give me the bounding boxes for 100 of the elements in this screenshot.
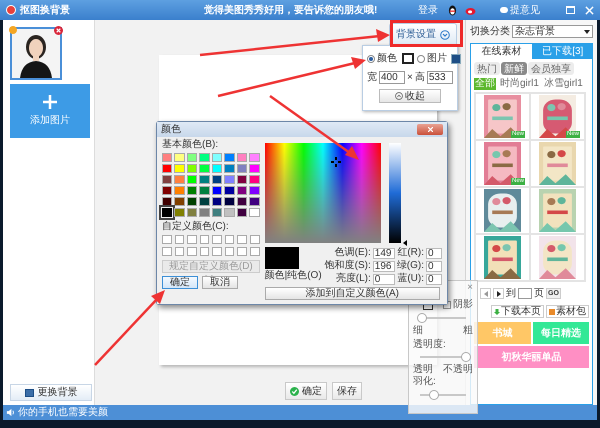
empty-swatch[interactable]	[187, 247, 197, 256]
color-swatch[interactable]	[212, 197, 222, 206]
color-swatch[interactable]	[212, 186, 222, 195]
maximize-icon[interactable]	[566, 6, 575, 14]
template-thumbnail[interactable]	[476, 188, 529, 233]
cancel-button[interactable]: 取消	[202, 276, 238, 289]
crosshair-icon[interactable]	[330, 157, 341, 167]
color-swatch[interactable]	[224, 208, 235, 217]
color-swatch[interactable]	[249, 186, 260, 195]
color-swatch[interactable]	[199, 175, 210, 184]
color-swatch[interactable]	[249, 153, 260, 162]
slider-thumb[interactable]	[428, 390, 439, 400]
collapse-button[interactable]: 收起	[379, 89, 441, 103]
color-swatch[interactable]	[224, 153, 235, 162]
close-button[interactable]	[417, 124, 443, 135]
subtab[interactable]: 热门	[474, 62, 500, 75]
color-swatch[interactable]	[162, 197, 172, 206]
category-dropdown[interactable]: 杂志背景	[512, 25, 593, 38]
color-swatch[interactable]	[236, 175, 248, 184]
height-field[interactable]: 533	[426, 71, 453, 84]
image-icon[interactable]	[451, 54, 461, 64]
color-swatch[interactable]	[199, 164, 210, 173]
value-field[interactable]: 149	[372, 248, 395, 258]
color-swatch[interactable]	[402, 53, 414, 64]
weibo-icon[interactable]	[465, 6, 476, 14]
color-swatch[interactable]	[249, 197, 260, 206]
color-swatch[interactable]	[249, 208, 260, 217]
value-field[interactable]: 0	[426, 248, 442, 258]
subtab[interactable]: 会员独享	[528, 62, 574, 75]
color-swatch[interactable]	[162, 164, 172, 173]
save-button[interactable]: 保存	[332, 382, 362, 400]
empty-swatch[interactable]	[250, 247, 260, 256]
slider-thumb[interactable]	[417, 313, 428, 323]
pointer-icon[interactable]	[402, 240, 407, 246]
value-field[interactable]: 0	[426, 260, 442, 272]
color-swatch[interactable]	[162, 208, 172, 217]
ok-button[interactable]: 确定	[162, 276, 198, 289]
color-swatch[interactable]	[174, 164, 185, 173]
empty-swatch[interactable]	[212, 247, 222, 256]
background-settings-tab[interactable]: 背景设置	[389, 23, 457, 45]
template-thumbnail[interactable]	[476, 235, 529, 280]
color-swatch[interactable]	[224, 164, 235, 173]
penguin-icon[interactable]	[448, 4, 457, 16]
color-swatch[interactable]	[162, 153, 172, 162]
empty-swatch[interactable]	[162, 247, 172, 256]
tab[interactable]: 在线素材	[470, 43, 532, 59]
empty-swatch[interactable]	[200, 235, 210, 244]
page-field[interactable]	[518, 288, 532, 299]
empty-swatch[interactable]	[212, 235, 222, 244]
color-swatch[interactable]	[224, 197, 235, 206]
empty-swatch[interactable]	[224, 247, 234, 256]
empty-swatch[interactable]	[187, 235, 197, 244]
color-swatch[interactable]	[186, 197, 198, 206]
radio-option[interactable]: 图片	[417, 51, 461, 66]
color-swatch[interactable]	[212, 175, 222, 184]
color-swatch[interactable]	[224, 175, 235, 184]
value-field[interactable]: 0	[426, 274, 442, 284]
color-swatch[interactable]	[174, 208, 185, 217]
color-swatch[interactable]	[236, 186, 248, 195]
empty-swatch[interactable]	[174, 247, 184, 256]
slider-thumb[interactable]	[461, 352, 471, 362]
radio-option[interactable]: 颜色	[367, 51, 414, 66]
empty-swatch[interactable]	[200, 247, 210, 256]
empty-swatch[interactable]	[250, 235, 260, 244]
empty-swatch[interactable]	[162, 235, 172, 244]
asset-pack-button[interactable]: 素材包	[546, 305, 589, 318]
color-swatch[interactable]	[162, 186, 172, 195]
filter-tag[interactable]: 时尚girl1	[499, 78, 540, 90]
color-swatch[interactable]	[212, 153, 222, 162]
color-swatch[interactable]	[174, 197, 185, 206]
color-swatch[interactable]	[236, 208, 248, 217]
download-page-button[interactable]: 下载本页	[491, 305, 544, 318]
add-custom-color-button[interactable]: 添加到自定义颜色(A)	[264, 287, 440, 300]
empty-swatch[interactable]	[224, 235, 234, 244]
template-thumbnail[interactable]	[531, 235, 584, 280]
color-swatch[interactable]	[236, 153, 248, 162]
value-field[interactable]: 196	[372, 260, 395, 272]
color-spectrum[interactable]	[264, 143, 381, 243]
color-swatch[interactable]	[199, 208, 210, 217]
empty-swatch[interactable]	[237, 235, 248, 244]
delete-icon[interactable]	[54, 26, 63, 35]
value-field[interactable]: 0	[372, 274, 395, 284]
color-swatch[interactable]	[199, 186, 210, 195]
color-swatch[interactable]	[186, 208, 198, 217]
color-swatch[interactable]	[236, 197, 248, 206]
color-swatch[interactable]	[236, 164, 248, 173]
color-swatch[interactable]	[174, 186, 185, 195]
color-swatch[interactable]	[212, 164, 222, 173]
color-swatch[interactable]	[199, 153, 210, 162]
color-swatch[interactable]	[174, 175, 185, 184]
template-thumbnail[interactable]	[531, 141, 584, 186]
color-swatch[interactable]	[186, 175, 198, 184]
color-swatch[interactable]	[162, 175, 172, 184]
empty-swatch[interactable]	[174, 235, 184, 244]
confirm-button[interactable]: 确定	[285, 382, 327, 400]
photo-thumbnail[interactable]	[10, 27, 62, 80]
color-swatch[interactable]	[186, 164, 198, 173]
color-swatch[interactable]	[224, 186, 235, 195]
template-thumbnail[interactable]	[531, 188, 584, 233]
empty-swatch[interactable]	[237, 247, 248, 256]
